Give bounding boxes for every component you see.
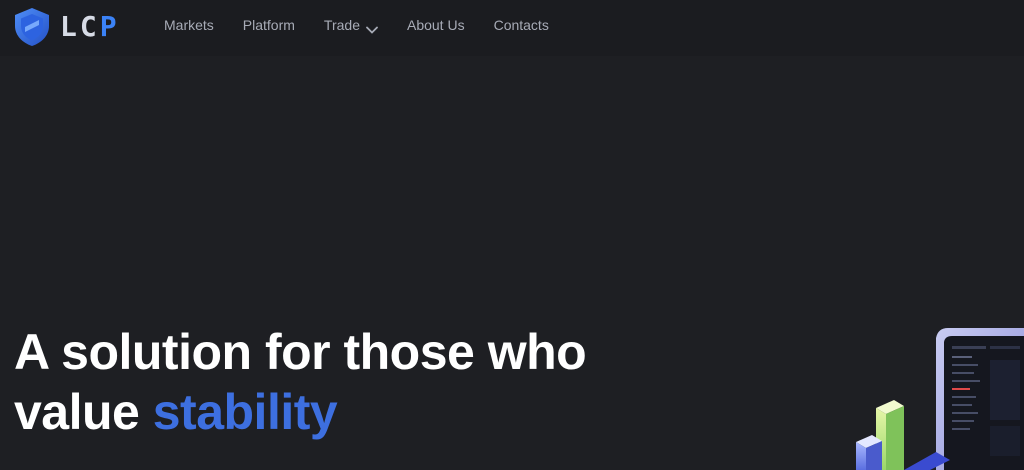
hero-title: A solution for those who value stability bbox=[14, 322, 587, 442]
chevron-down-icon bbox=[366, 21, 378, 34]
hero-title-highlight: stability bbox=[152, 384, 338, 440]
platform-illustration bbox=[840, 320, 1024, 470]
hero-title-line2-prefix: value bbox=[14, 384, 153, 440]
shield-icon bbox=[12, 6, 52, 48]
nav-trade-label: Trade bbox=[323, 17, 360, 33]
nav-contacts[interactable]: Contacts bbox=[494, 17, 549, 33]
logo-wordmark: LCP bbox=[60, 13, 120, 41]
logo-text-accent: P bbox=[99, 10, 120, 43]
hero-title-line1: A solution for those who bbox=[14, 324, 587, 380]
nav-about-us[interactable]: About Us bbox=[407, 17, 465, 33]
logo-text-main: LC bbox=[60, 10, 100, 43]
main-nav: Markets Platform Trade About Us Contacts bbox=[164, 0, 578, 50]
top-navigation-bar: LCP Markets Platform Trade About Us Cont… bbox=[0, 0, 1024, 56]
page: LCP Markets Platform Trade About Us Cont… bbox=[0, 0, 1024, 470]
brand-logo[interactable]: LCP bbox=[12, 5, 120, 49]
nav-markets[interactable]: Markets bbox=[164, 17, 214, 33]
nav-platform[interactable]: Platform bbox=[243, 17, 295, 33]
nav-trade[interactable]: Trade bbox=[323, 17, 378, 34]
